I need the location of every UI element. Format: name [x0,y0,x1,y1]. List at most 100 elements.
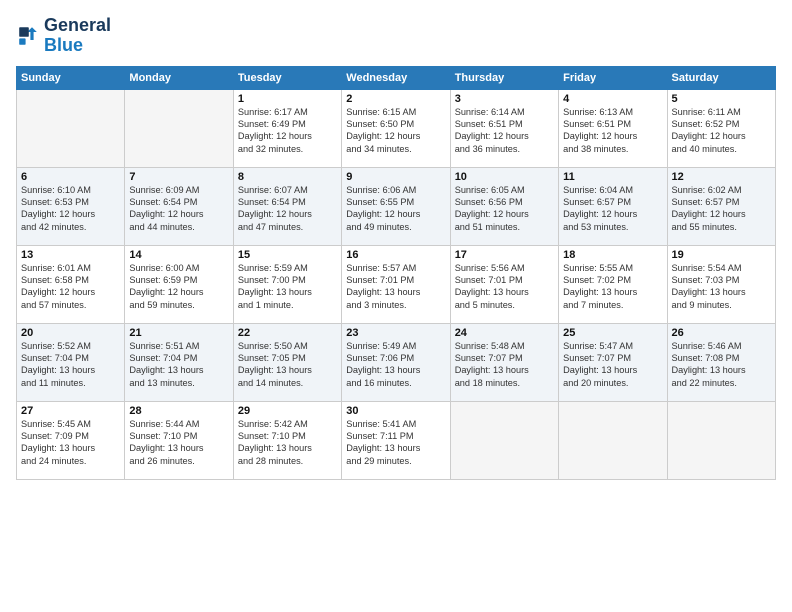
calendar-header-sunday: Sunday [17,66,125,89]
calendar-day-cell: 27Sunrise: 5:45 AM Sunset: 7:09 PM Dayli… [17,401,125,479]
calendar-header-row: SundayMondayTuesdayWednesdayThursdayFrid… [17,66,776,89]
calendar-week-row: 13Sunrise: 6:01 AM Sunset: 6:58 PM Dayli… [17,245,776,323]
day-detail: Sunrise: 6:05 AM Sunset: 6:56 PM Dayligh… [455,184,554,234]
day-number: 28 [129,405,228,417]
day-detail: Sunrise: 5:47 AM Sunset: 7:07 PM Dayligh… [563,340,662,390]
calendar-header-saturday: Saturday [667,66,775,89]
day-number: 19 [672,249,771,261]
day-number: 14 [129,249,228,261]
day-number: 21 [129,327,228,339]
day-detail: Sunrise: 6:09 AM Sunset: 6:54 PM Dayligh… [129,184,228,234]
day-detail: Sunrise: 5:48 AM Sunset: 7:07 PM Dayligh… [455,340,554,390]
day-number: 4 [563,93,662,105]
day-number: 3 [455,93,554,105]
day-detail: Sunrise: 6:00 AM Sunset: 6:59 PM Dayligh… [129,262,228,312]
day-detail: Sunrise: 6:01 AM Sunset: 6:58 PM Dayligh… [21,262,120,312]
day-detail: Sunrise: 5:59 AM Sunset: 7:00 PM Dayligh… [238,262,337,312]
day-detail: Sunrise: 5:57 AM Sunset: 7:01 PM Dayligh… [346,262,445,312]
calendar-day-cell: 10Sunrise: 6:05 AM Sunset: 6:56 PM Dayli… [450,167,558,245]
calendar-header-wednesday: Wednesday [342,66,450,89]
calendar-header-thursday: Thursday [450,66,558,89]
calendar-week-row: 27Sunrise: 5:45 AM Sunset: 7:09 PM Dayli… [17,401,776,479]
logo-line2: Blue [44,36,111,56]
logo-icon [16,24,40,48]
calendar-header-tuesday: Tuesday [233,66,341,89]
calendar-day-cell: 4Sunrise: 6:13 AM Sunset: 6:51 PM Daylig… [559,89,667,167]
calendar-day-cell [125,89,233,167]
day-detail: Sunrise: 5:44 AM Sunset: 7:10 PM Dayligh… [129,418,228,468]
header: General Blue [16,16,776,56]
calendar-day-cell: 11Sunrise: 6:04 AM Sunset: 6:57 PM Dayli… [559,167,667,245]
calendar-day-cell: 3Sunrise: 6:14 AM Sunset: 6:51 PM Daylig… [450,89,558,167]
day-detail: Sunrise: 6:13 AM Sunset: 6:51 PM Dayligh… [563,106,662,156]
calendar-day-cell: 7Sunrise: 6:09 AM Sunset: 6:54 PM Daylig… [125,167,233,245]
calendar-day-cell: 2Sunrise: 6:15 AM Sunset: 6:50 PM Daylig… [342,89,450,167]
calendar-day-cell [559,401,667,479]
logo-line1: General [44,16,111,36]
day-detail: Sunrise: 5:52 AM Sunset: 7:04 PM Dayligh… [21,340,120,390]
day-detail: Sunrise: 5:55 AM Sunset: 7:02 PM Dayligh… [563,262,662,312]
day-detail: Sunrise: 5:56 AM Sunset: 7:01 PM Dayligh… [455,262,554,312]
calendar-day-cell: 22Sunrise: 5:50 AM Sunset: 7:05 PM Dayli… [233,323,341,401]
day-number: 9 [346,171,445,183]
day-number: 7 [129,171,228,183]
calendar-day-cell: 14Sunrise: 6:00 AM Sunset: 6:59 PM Dayli… [125,245,233,323]
day-number: 11 [563,171,662,183]
day-detail: Sunrise: 6:17 AM Sunset: 6:49 PM Dayligh… [238,106,337,156]
calendar-week-row: 20Sunrise: 5:52 AM Sunset: 7:04 PM Dayli… [17,323,776,401]
logo-text-block: General Blue [44,16,111,56]
day-number: 13 [21,249,120,261]
day-detail: Sunrise: 6:06 AM Sunset: 6:55 PM Dayligh… [346,184,445,234]
calendar-day-cell: 6Sunrise: 6:10 AM Sunset: 6:53 PM Daylig… [17,167,125,245]
day-number: 18 [563,249,662,261]
calendar-day-cell: 1Sunrise: 6:17 AM Sunset: 6:49 PM Daylig… [233,89,341,167]
calendar-day-cell: 30Sunrise: 5:41 AM Sunset: 7:11 PM Dayli… [342,401,450,479]
calendar-day-cell: 23Sunrise: 5:49 AM Sunset: 7:06 PM Dayli… [342,323,450,401]
day-number: 29 [238,405,337,417]
calendar-day-cell: 19Sunrise: 5:54 AM Sunset: 7:03 PM Dayli… [667,245,775,323]
calendar-day-cell: 28Sunrise: 5:44 AM Sunset: 7:10 PM Dayli… [125,401,233,479]
calendar-day-cell [667,401,775,479]
calendar-day-cell: 24Sunrise: 5:48 AM Sunset: 7:07 PM Dayli… [450,323,558,401]
calendar-day-cell: 18Sunrise: 5:55 AM Sunset: 7:02 PM Dayli… [559,245,667,323]
calendar-day-cell: 25Sunrise: 5:47 AM Sunset: 7:07 PM Dayli… [559,323,667,401]
day-number: 26 [672,327,771,339]
calendar-day-cell: 29Sunrise: 5:42 AM Sunset: 7:10 PM Dayli… [233,401,341,479]
day-number: 1 [238,93,337,105]
day-detail: Sunrise: 5:54 AM Sunset: 7:03 PM Dayligh… [672,262,771,312]
calendar-header-monday: Monday [125,66,233,89]
day-detail: Sunrise: 6:07 AM Sunset: 6:54 PM Dayligh… [238,184,337,234]
day-detail: Sunrise: 5:51 AM Sunset: 7:04 PM Dayligh… [129,340,228,390]
day-number: 6 [21,171,120,183]
day-number: 15 [238,249,337,261]
calendar-week-row: 1Sunrise: 6:17 AM Sunset: 6:49 PM Daylig… [17,89,776,167]
day-number: 10 [455,171,554,183]
calendar-day-cell [17,89,125,167]
day-number: 16 [346,249,445,261]
day-number: 12 [672,171,771,183]
calendar-header-friday: Friday [559,66,667,89]
day-number: 30 [346,405,445,417]
day-number: 22 [238,327,337,339]
day-detail: Sunrise: 6:15 AM Sunset: 6:50 PM Dayligh… [346,106,445,156]
calendar-day-cell: 26Sunrise: 5:46 AM Sunset: 7:08 PM Dayli… [667,323,775,401]
day-number: 25 [563,327,662,339]
calendar-day-cell: 21Sunrise: 5:51 AM Sunset: 7:04 PM Dayli… [125,323,233,401]
day-detail: Sunrise: 6:11 AM Sunset: 6:52 PM Dayligh… [672,106,771,156]
calendar-day-cell: 13Sunrise: 6:01 AM Sunset: 6:58 PM Dayli… [17,245,125,323]
day-detail: Sunrise: 6:10 AM Sunset: 6:53 PM Dayligh… [21,184,120,234]
logo: General Blue [16,16,111,56]
calendar-table: SundayMondayTuesdayWednesdayThursdayFrid… [16,66,776,480]
day-detail: Sunrise: 6:14 AM Sunset: 6:51 PM Dayligh… [455,106,554,156]
calendar-day-cell: 20Sunrise: 5:52 AM Sunset: 7:04 PM Dayli… [17,323,125,401]
day-number: 24 [455,327,554,339]
page: General Blue SundayMondayTuesdayWednesda… [0,0,792,612]
day-detail: Sunrise: 6:02 AM Sunset: 6:57 PM Dayligh… [672,184,771,234]
day-detail: Sunrise: 5:41 AM Sunset: 7:11 PM Dayligh… [346,418,445,468]
calendar-week-row: 6Sunrise: 6:10 AM Sunset: 6:53 PM Daylig… [17,167,776,245]
day-number: 8 [238,171,337,183]
day-detail: Sunrise: 5:49 AM Sunset: 7:06 PM Dayligh… [346,340,445,390]
calendar-day-cell: 12Sunrise: 6:02 AM Sunset: 6:57 PM Dayli… [667,167,775,245]
calendar-day-cell: 5Sunrise: 6:11 AM Sunset: 6:52 PM Daylig… [667,89,775,167]
day-detail: Sunrise: 6:04 AM Sunset: 6:57 PM Dayligh… [563,184,662,234]
